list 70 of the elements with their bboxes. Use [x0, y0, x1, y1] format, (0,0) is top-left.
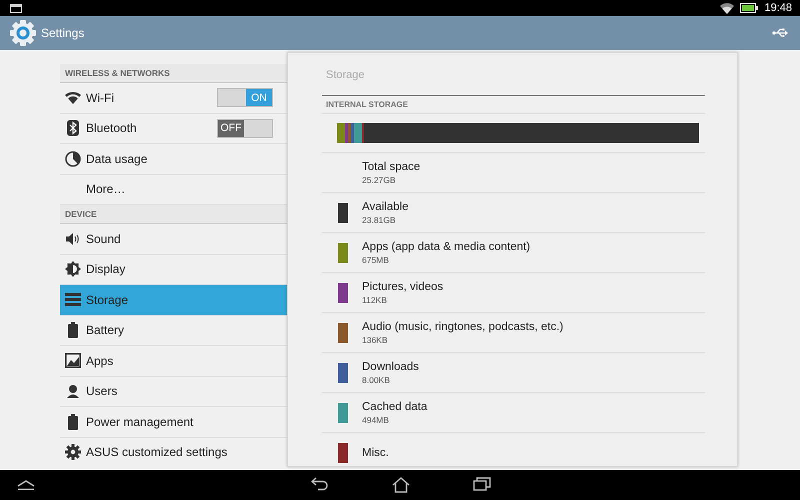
bluetooth-icon: [67, 120, 79, 136]
section-header: DEVICE: [60, 205, 287, 224]
category-name: Cached data: [362, 400, 428, 412]
recent-apps-icon[interactable]: [473, 477, 491, 491]
up-icon[interactable]: [17, 480, 35, 490]
usb-icon: [772, 28, 788, 38]
category-name: Available: [362, 200, 408, 212]
category-size: 8.00KB: [362, 374, 391, 384]
wifi-signal-icon: [720, 2, 734, 14]
speaker-icon: [65, 232, 81, 246]
battery-icon: [68, 322, 78, 338]
battery-icon: [740, 3, 758, 13]
item-label: Data usage: [86, 152, 148, 166]
app-title: Settings: [41, 26, 86, 40]
storage-category[interactable]: Audio (music, ringtones, podcasts, etc.) 136KB: [322, 313, 705, 353]
settings-item[interactable]: Data usage: [60, 144, 287, 174]
back-icon[interactable]: [311, 477, 329, 491]
settings-item[interactable]: Battery: [60, 316, 287, 346]
item-label: Apps: [86, 354, 114, 368]
category-name: Apps (app data & media content): [362, 240, 530, 252]
category-size: 112KB: [362, 294, 388, 304]
section-header: INTERNAL STORAGE: [322, 96, 705, 114]
category-size: 675MB: [362, 254, 390, 264]
picture-frame-icon: [65, 353, 81, 368]
settings-item[interactable]: Power management: [60, 407, 287, 438]
settings-icon: [65, 444, 81, 460]
settings-item[interactable]: Storage: [60, 285, 287, 316]
pie-chart-icon: [65, 150, 81, 167]
settings-item[interactable]: Wi-Fi ON: [60, 83, 287, 114]
battery-icon: [68, 414, 78, 430]
storage-category[interactable]: Pictures, videos 112KB: [322, 273, 705, 313]
category-size: 25.27GB: [362, 174, 397, 184]
settings-icon[interactable]: [9, 19, 37, 47]
home-icon[interactable]: [392, 477, 410, 493]
settings-item[interactable]: Bluetooth OFF: [60, 114, 287, 144]
section-header: WIRELESS & NETWORKS: [60, 64, 287, 83]
category-name: Misc.: [362, 446, 389, 458]
storage-category[interactable]: Downloads 8.00KB: [322, 353, 705, 393]
wifi-icon: [65, 91, 81, 104]
item-label: Wi-Fi: [86, 90, 115, 105]
category-name: Total space: [362, 160, 420, 172]
user-icon: [66, 384, 80, 398]
item-label: Users: [86, 384, 118, 398]
notification-icon: [10, 4, 22, 12]
category-name: Downloads: [362, 360, 419, 372]
item-label: Sound: [86, 232, 122, 246]
item-label: ASUS customized settings: [86, 445, 228, 460]
storage-category[interactable]: Cached data 494MB: [322, 393, 705, 433]
settings-item[interactable]: Sound: [60, 224, 287, 254]
storage-category[interactable]: Total space 25.27GB: [322, 153, 705, 193]
category-size: 23.81GB: [362, 214, 397, 224]
brightness-icon: [65, 261, 81, 278]
item-label: Power management: [86, 414, 194, 429]
item-label: More…: [86, 182, 126, 196]
item-label: Bluetooth: [86, 121, 138, 136]
category-name: Pictures, videos: [362, 280, 444, 292]
storage-category[interactable]: Available 23.81GB: [322, 193, 705, 233]
clock: 19:48: [764, 2, 792, 14]
page-title: Storage: [325, 68, 366, 83]
storage-category[interactable]: Apps (app data & media content) 675MB: [322, 233, 705, 273]
settings-item[interactable]: Apps: [60, 346, 287, 376]
item-label: Storage: [86, 292, 130, 307]
storage-icon: [65, 293, 81, 306]
toggle-switch[interactable]: OFF: [217, 118, 273, 138]
category-size: 494MB: [362, 414, 390, 424]
item-label: Battery: [86, 323, 126, 338]
category-name: Audio (music, ringtones, podcasts, etc.): [362, 320, 564, 332]
settings-item[interactable]: Users: [60, 376, 287, 407]
category-size: 136KB: [362, 334, 389, 344]
item-label: Display: [86, 262, 126, 276]
